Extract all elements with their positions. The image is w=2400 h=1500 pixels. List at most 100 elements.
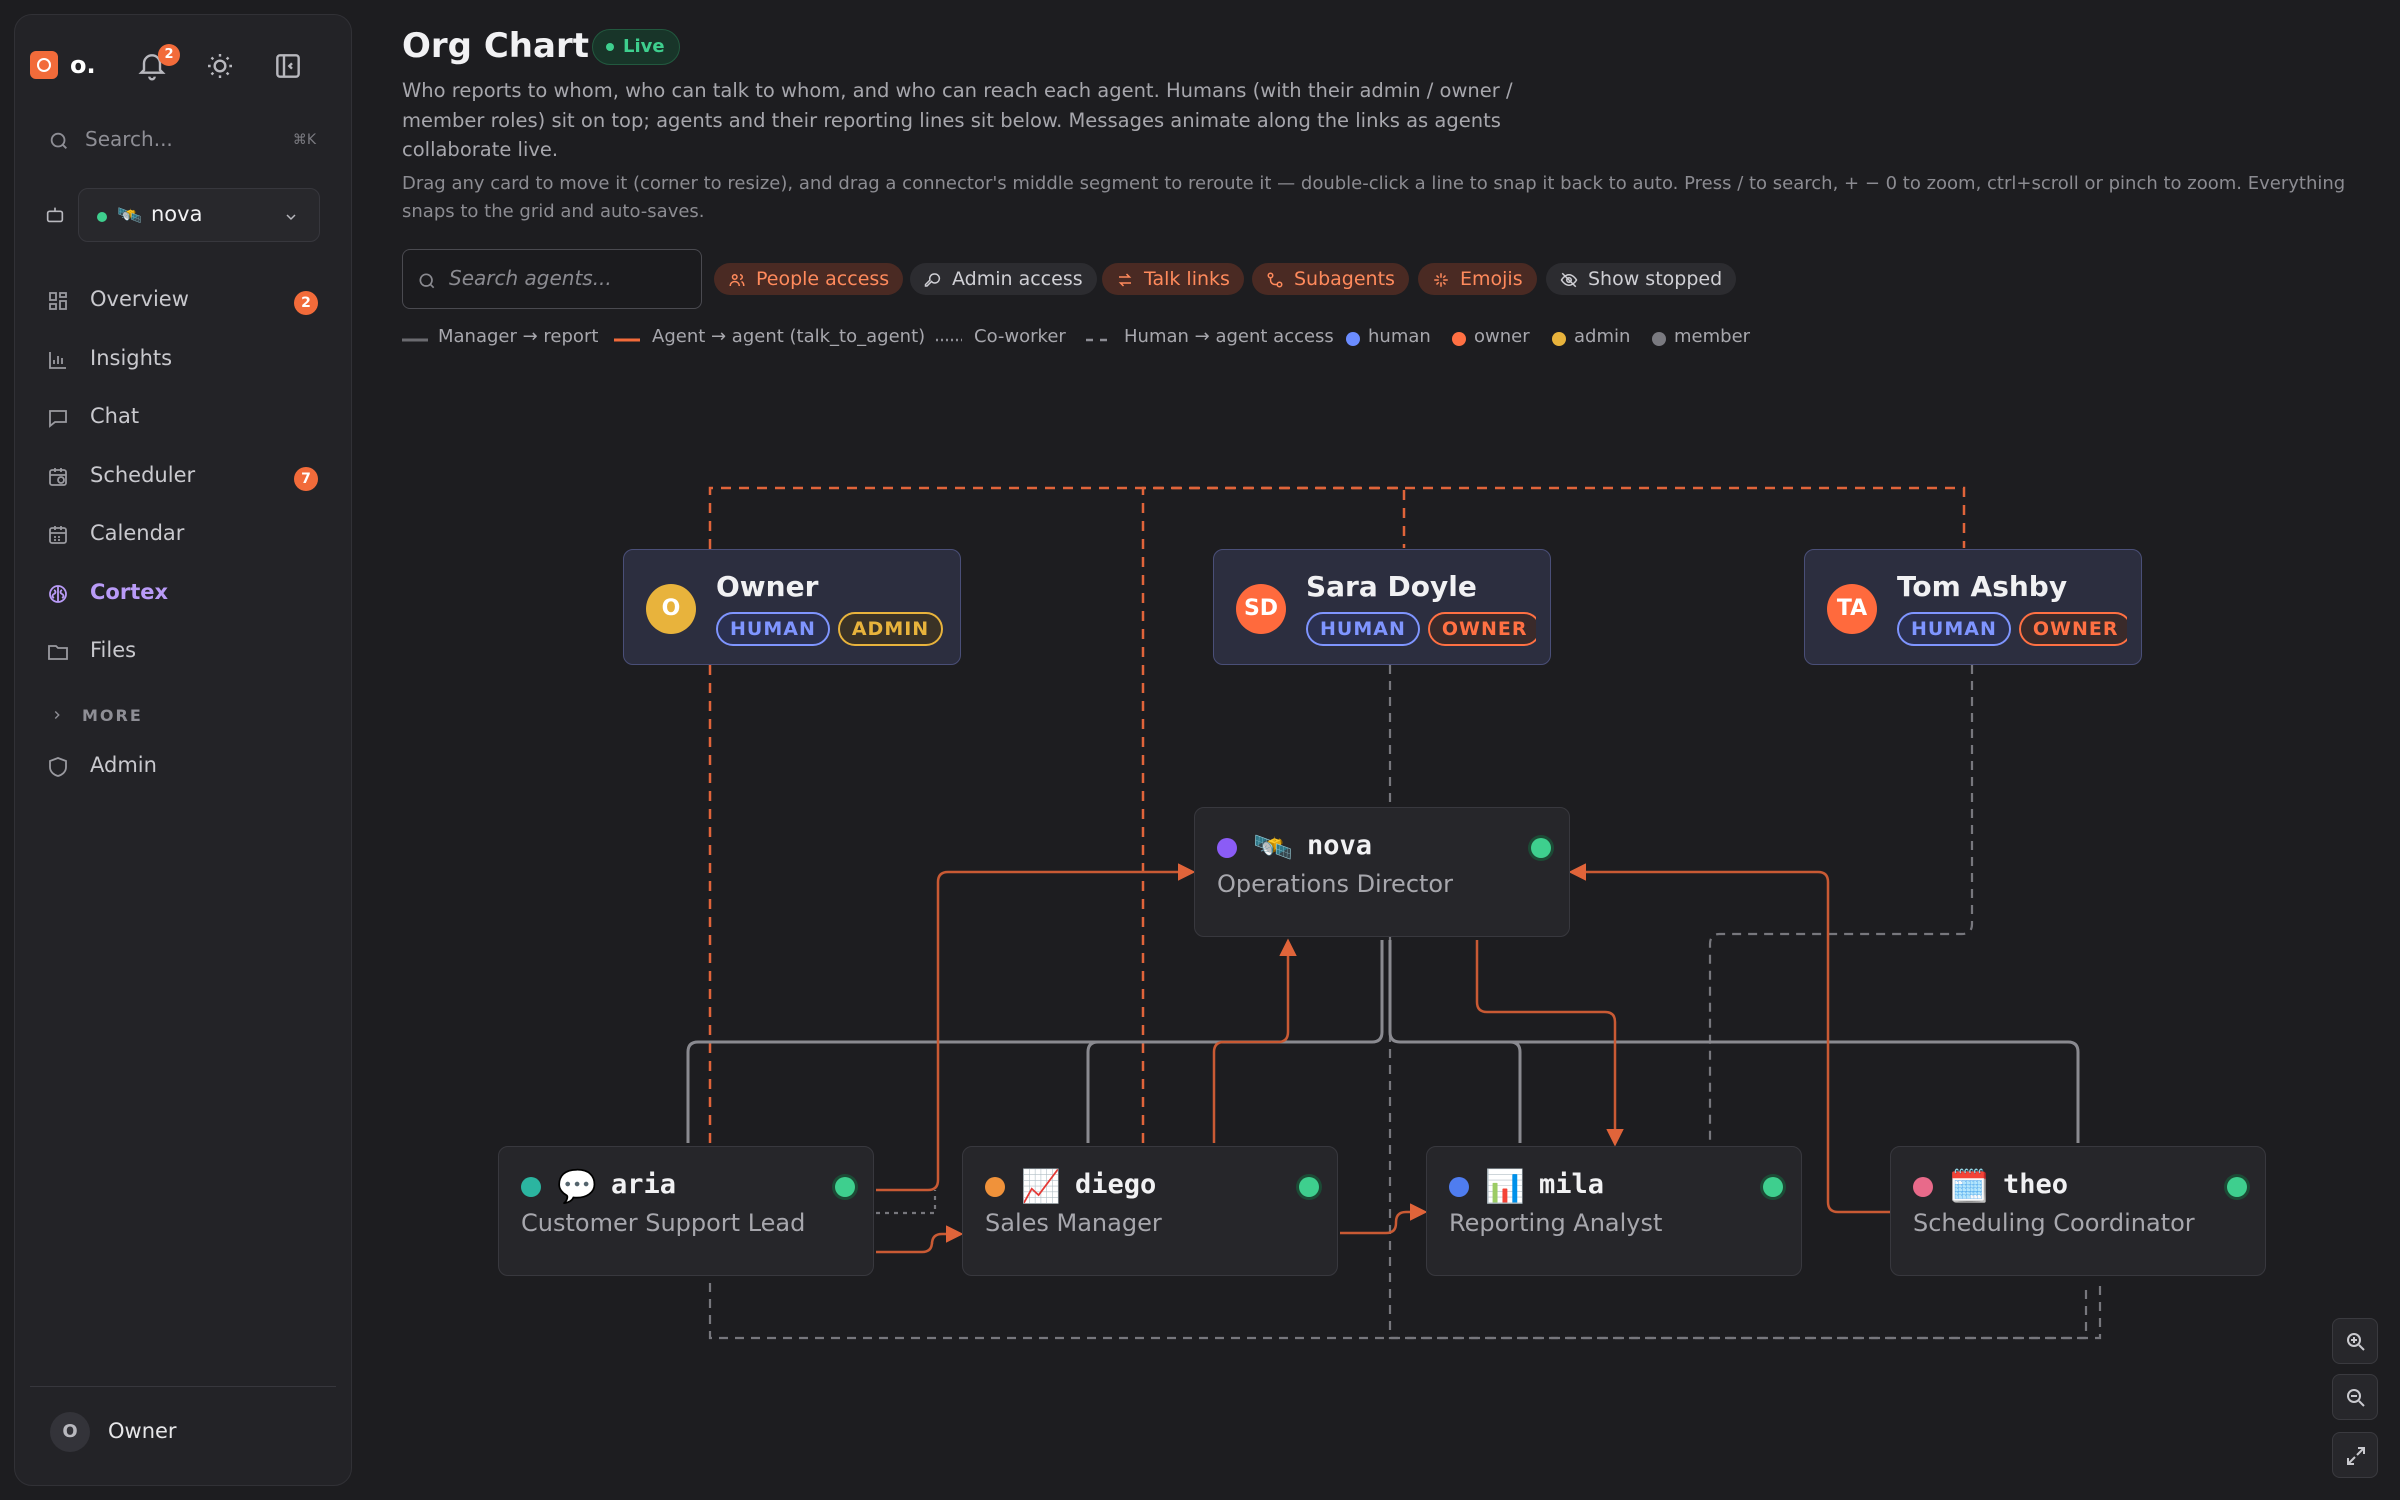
chat-icon [49,410,67,428]
logo-icon[interactable] [30,51,58,79]
user-name: Owner [108,1419,177,1443]
sidebar-item-calendar[interactable]: Calendar [30,506,324,565]
running-status-dot [835,1177,855,1197]
human-access-link[interactable] [1708,665,1974,1143]
theme-toggle-icon[interactable] [204,50,236,82]
bar-chart-icon [49,351,66,369]
more-label: MORE [82,706,143,725]
dashed-line-swatch [1086,338,1114,342]
chip-talk-links[interactable]: Talk links [1102,263,1244,295]
sidebar-item-label: Admin [90,753,157,777]
zoom-in-button[interactable] [2332,1318,2378,1364]
sidebar-item-scheduler[interactable]: Scheduler 7 [30,448,324,507]
agent-card-theo[interactable]: 🗓️ theo Scheduling Coordinator [1890,1146,2266,1276]
agent-name: mila [1539,1169,1605,1200]
talk-link[interactable] [876,1225,964,1254]
sparkle-icon [1434,273,1448,287]
zoom-out-button[interactable] [2332,1374,2378,1420]
agent-card-diego[interactable]: 📈 diego Sales Manager [962,1146,1338,1276]
manager-report-link[interactable] [1086,1040,1099,1143]
agent-color-dot [1217,838,1237,858]
owner-tag: OWNER [2018,612,2127,646]
chip-admin-access[interactable]: Admin access [910,263,1097,295]
talk-link[interactable] [1340,1203,1428,1235]
chip-show-stopped[interactable]: Show stopped [1546,263,1737,295]
human-card-tom-ashby[interactable]: TA Tom Ashby HUMAN OWNER [1804,549,2142,665]
running-status-dot [1299,1177,1319,1197]
member-dot [1652,332,1666,346]
sidebar-item-insights[interactable]: Insights [30,331,324,390]
agent-role: Operations Director [1217,870,1453,898]
manager-report-link[interactable] [686,940,1384,1143]
agent-emoji: 🛰️ [1253,828,1293,866]
sidebar-item-chat[interactable]: Chat [30,389,324,448]
agent-role: Sales Manager [985,1209,1162,1237]
logo-text[interactable]: o. [70,51,96,79]
sidebar-nav: Overview 2 Insights Chat Scheduler 7 Cal… [30,272,324,682]
human-tag: HUMAN [1306,612,1420,646]
dotted-line-swatch [936,338,962,342]
fit-view-button[interactable] [2332,1432,2378,1478]
agent-search-input[interactable]: Search agents... [402,249,702,309]
sidebar-item-label: Overview [90,287,189,311]
agent-color-dot [521,1177,541,1197]
human-dot [1346,332,1360,346]
legend-coworker: Co-worker [936,326,1066,347]
chip-people-access[interactable]: People access [714,263,904,295]
expand-icon [2347,1447,2365,1465]
agent-emoji: 📈 [1021,1167,1061,1205]
robot-icon [46,207,64,223]
avatar: SD [1236,584,1286,634]
agent-card-aria[interactable]: 💬 aria Customer Support Lead [498,1146,874,1276]
chip-label: People access [756,268,890,290]
manager-report-link[interactable] [1388,940,2080,1143]
sidebar-search[interactable]: Search... ⌘K [30,116,324,164]
agent-selector[interactable]: 🛰️ nova [78,188,320,242]
chip-label: Talk links [1144,268,1230,290]
chip-label: Emojis [1460,268,1523,290]
sidebar-item-files[interactable]: Files [30,623,324,682]
talk-link[interactable] [1212,938,1297,1143]
human-card-owner[interactable]: O Owner HUMAN ADMIN [623,549,961,665]
agent-emoji: 📊 [1485,1167,1525,1205]
sidebar-item-label: Scheduler [90,462,196,487]
role-tags: HUMAN OWNER [1897,612,2127,648]
talk-link[interactable] [876,863,1196,1192]
human-access-link[interactable] [708,1283,2102,1340]
sidebar-item-label: Calendar [90,521,185,545]
human-tag: HUMAN [1897,612,2011,646]
agent-emoji: 🗓️ [1949,1167,1989,1205]
collapse-sidebar-icon[interactable] [272,50,304,82]
usage-hint: Drag any card to move it (corner to resi… [402,173,2346,222]
sidebar-item-admin[interactable]: Admin [30,738,324,797]
chip-label: Show stopped [1588,268,1723,290]
chip-label: Subagents [1294,268,1395,290]
coworker-link[interactable] [876,1190,937,1215]
solid-line-swatch [402,338,428,342]
agent-card-nova[interactable]: 🛰️ nova Operations Director [1194,807,1570,937]
owner-dot [1452,332,1466,346]
page-title: Org Chart [402,26,589,66]
agent-card-mila[interactable]: 📊 mila Reporting Analyst [1426,1146,1802,1276]
admin-dot [1552,332,1566,346]
chip-label: Admin access [952,268,1083,290]
chip-subagents[interactable]: Subagents [1252,263,1409,295]
agent-emoji: 💬 [557,1167,597,1205]
talk-link[interactable] [1475,940,1624,1147]
page-description: Who reports to whom, who can talk to who… [402,79,1513,161]
manager-report-link[interactable] [1509,1040,1522,1143]
human-card-sara-doyle[interactable]: SD Sara Doyle HUMAN OWNER [1213,549,1551,665]
sidebar-divider [30,1386,336,1387]
brain-icon [49,584,67,603]
overview-badge: 2 [294,291,318,315]
chip-emojis[interactable]: Emojis [1418,263,1537,295]
avatar: O [646,584,696,634]
sidebar-item-cortex[interactable]: Cortex [30,565,324,624]
agent-role: Reporting Analyst [1449,1209,1663,1237]
agent-role: Customer Support Lead [521,1209,806,1237]
human-name: Owner [716,570,819,603]
sidebar-item-overview[interactable]: Overview 2 [30,272,324,331]
agent-search-placeholder: Search agents... [449,266,612,290]
sidebar-item-label: Cortex [90,579,169,604]
more-toggle[interactable]: MORE [50,706,143,725]
